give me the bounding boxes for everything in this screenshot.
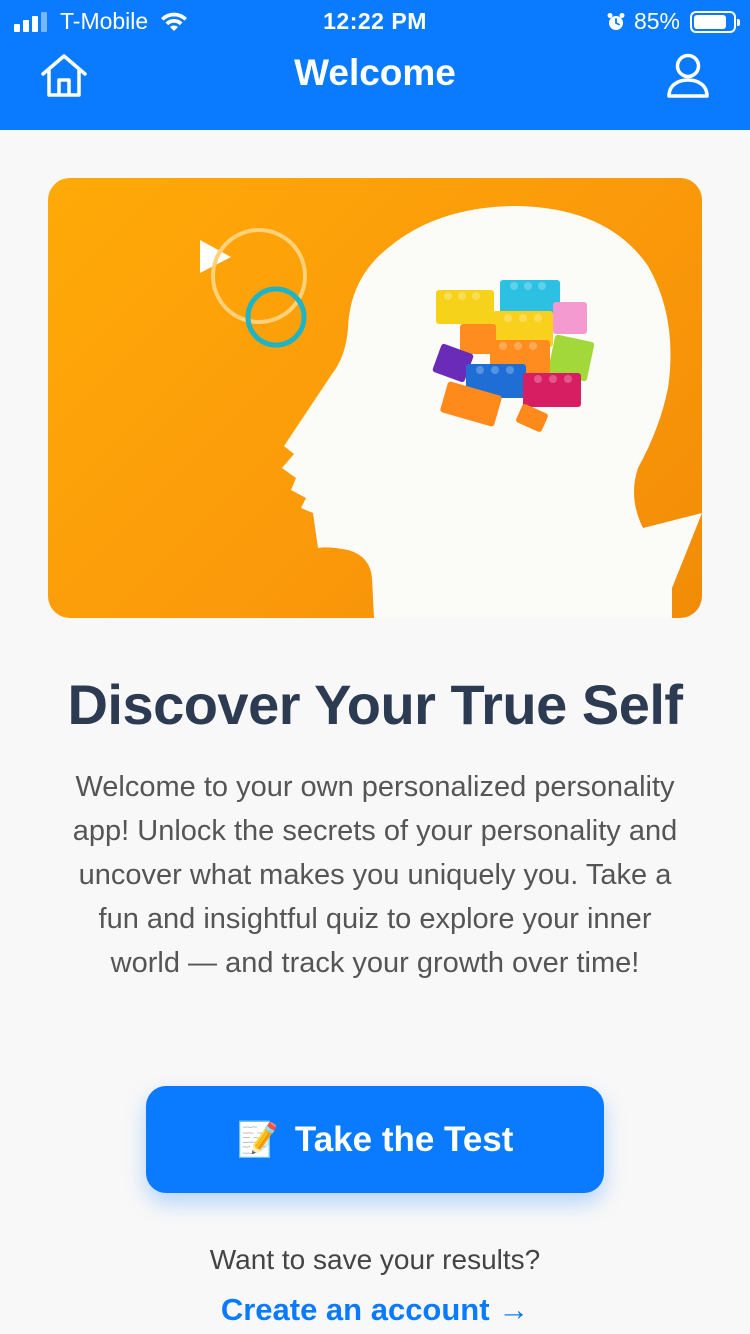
create-account-link[interactable]: Create an account → (0, 1292, 750, 1328)
battery-percent: 85% (633, 8, 680, 34)
profile-button[interactable] (666, 52, 710, 100)
battery-fill (694, 14, 727, 29)
page-title: Welcome (294, 52, 456, 93)
hero-image (48, 178, 702, 618)
status-bar: T-Mobile 12:22 PM 85% (0, 0, 750, 40)
intro-description: Welcome to your own personalized persona… (72, 771, 678, 979)
take-test-button[interactable]: 📝 Take the Test (146, 1086, 604, 1193)
profile-icon (667, 53, 709, 98)
status-right: 85% (606, 8, 740, 35)
memo-icon: 📝 (236, 1120, 279, 1159)
save-results-prompt: Want to save your results? (209, 1244, 541, 1275)
battery-icon (690, 10, 740, 33)
hero-illustration (200, 206, 702, 618)
app-header: T-Mobile 12:22 PM 85% Welcome (0, 0, 750, 130)
circle-decoration (211, 228, 307, 324)
take-test-label: Take the Test (294, 1119, 514, 1159)
headline: Discover Your True Self (67, 673, 683, 736)
alarm-icon (607, 12, 625, 30)
